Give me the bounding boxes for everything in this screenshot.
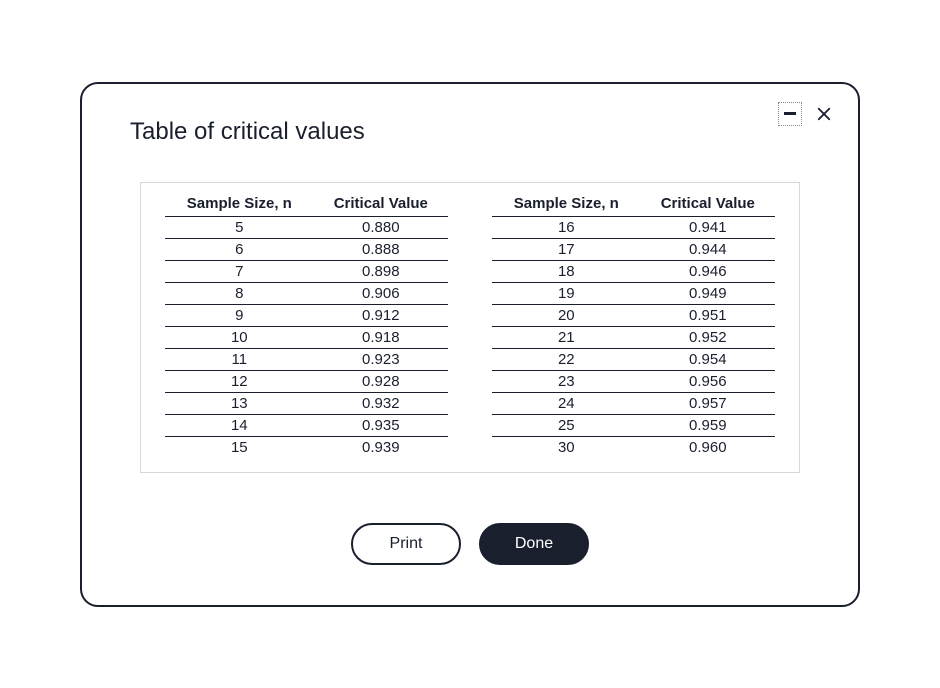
cell-sample-size: 13 [165, 392, 314, 414]
header-critical-value: Critical Value [641, 191, 775, 217]
table-row: 120.928 [165, 370, 448, 392]
header-sample-size: Sample Size, n [492, 191, 641, 217]
cell-critical-value: 0.906 [314, 282, 448, 304]
modal-title: Table of critical values [130, 118, 810, 146]
cell-critical-value: 0.939 [314, 436, 448, 458]
cell-critical-value: 0.946 [641, 260, 775, 282]
table-row: 160.941 [492, 216, 775, 238]
cell-critical-value: 0.918 [314, 326, 448, 348]
cell-sample-size: 19 [492, 282, 641, 304]
cell-critical-value: 0.923 [314, 348, 448, 370]
cell-sample-size: 16 [492, 216, 641, 238]
cell-sample-size: 8 [165, 282, 314, 304]
cell-critical-value: 0.960 [641, 436, 775, 458]
cell-sample-size: 6 [165, 238, 314, 260]
table-row: 130.932 [165, 392, 448, 414]
cell-sample-size: 15 [165, 436, 314, 458]
table-row: 90.912 [165, 304, 448, 326]
cell-sample-size: 21 [492, 326, 641, 348]
cell-critical-value: 0.898 [314, 260, 448, 282]
cell-sample-size: 7 [165, 260, 314, 282]
table-row: 210.952 [492, 326, 775, 348]
cell-sample-size: 17 [492, 238, 641, 260]
table-row: 240.957 [492, 392, 775, 414]
cell-critical-value: 0.956 [641, 370, 775, 392]
critical-values-table-right: Sample Size, n Critical Value 160.941170… [492, 191, 775, 458]
table-row: 70.898 [165, 260, 448, 282]
table-row: 150.939 [165, 436, 448, 458]
close-icon[interactable] [812, 102, 836, 126]
cell-critical-value: 0.912 [314, 304, 448, 326]
table-row: 250.959 [492, 414, 775, 436]
table-left-column: Sample Size, n Critical Value 50.88060.8… [165, 191, 448, 458]
cell-sample-size: 22 [492, 348, 641, 370]
cell-critical-value: 0.959 [641, 414, 775, 436]
table-container: Sample Size, n Critical Value 50.88060.8… [140, 182, 800, 473]
cell-critical-value: 0.954 [641, 348, 775, 370]
cell-critical-value: 0.941 [641, 216, 775, 238]
table-right-column: Sample Size, n Critical Value 160.941170… [492, 191, 775, 458]
cell-sample-size: 9 [165, 304, 314, 326]
button-row: Print Done [130, 523, 810, 565]
header-sample-size: Sample Size, n [165, 191, 314, 217]
cell-sample-size: 12 [165, 370, 314, 392]
table-row: 300.960 [492, 436, 775, 458]
cell-critical-value: 0.951 [641, 304, 775, 326]
table-row: 220.954 [492, 348, 775, 370]
window-controls [778, 102, 836, 126]
cell-sample-size: 20 [492, 304, 641, 326]
cell-sample-size: 30 [492, 436, 641, 458]
cell-critical-value: 0.949 [641, 282, 775, 304]
table-row: 170.944 [492, 238, 775, 260]
table-row: 110.923 [165, 348, 448, 370]
minimize-icon[interactable] [778, 102, 802, 126]
table-row: 80.906 [165, 282, 448, 304]
critical-values-table-left: Sample Size, n Critical Value 50.88060.8… [165, 191, 448, 458]
cell-critical-value: 0.928 [314, 370, 448, 392]
cell-sample-size: 10 [165, 326, 314, 348]
cell-sample-size: 14 [165, 414, 314, 436]
cell-sample-size: 25 [492, 414, 641, 436]
cell-critical-value: 0.935 [314, 414, 448, 436]
cell-sample-size: 18 [492, 260, 641, 282]
table-row: 140.935 [165, 414, 448, 436]
cell-critical-value: 0.880 [314, 216, 448, 238]
table-row: 60.888 [165, 238, 448, 260]
cell-sample-size: 23 [492, 370, 641, 392]
modal-dialog: Table of critical values Sample Size, n … [80, 82, 860, 607]
table-row: 200.951 [492, 304, 775, 326]
cell-critical-value: 0.888 [314, 238, 448, 260]
print-button[interactable]: Print [351, 523, 461, 565]
cell-critical-value: 0.932 [314, 392, 448, 414]
header-critical-value: Critical Value [314, 191, 448, 217]
cell-critical-value: 0.952 [641, 326, 775, 348]
cell-critical-value: 0.957 [641, 392, 775, 414]
table-row: 50.880 [165, 216, 448, 238]
cell-critical-value: 0.944 [641, 238, 775, 260]
table-row: 180.946 [492, 260, 775, 282]
table-row: 230.956 [492, 370, 775, 392]
done-button[interactable]: Done [479, 523, 589, 565]
table-row: 100.918 [165, 326, 448, 348]
table-row: 190.949 [492, 282, 775, 304]
cell-sample-size: 5 [165, 216, 314, 238]
cell-sample-size: 24 [492, 392, 641, 414]
cell-sample-size: 11 [165, 348, 314, 370]
